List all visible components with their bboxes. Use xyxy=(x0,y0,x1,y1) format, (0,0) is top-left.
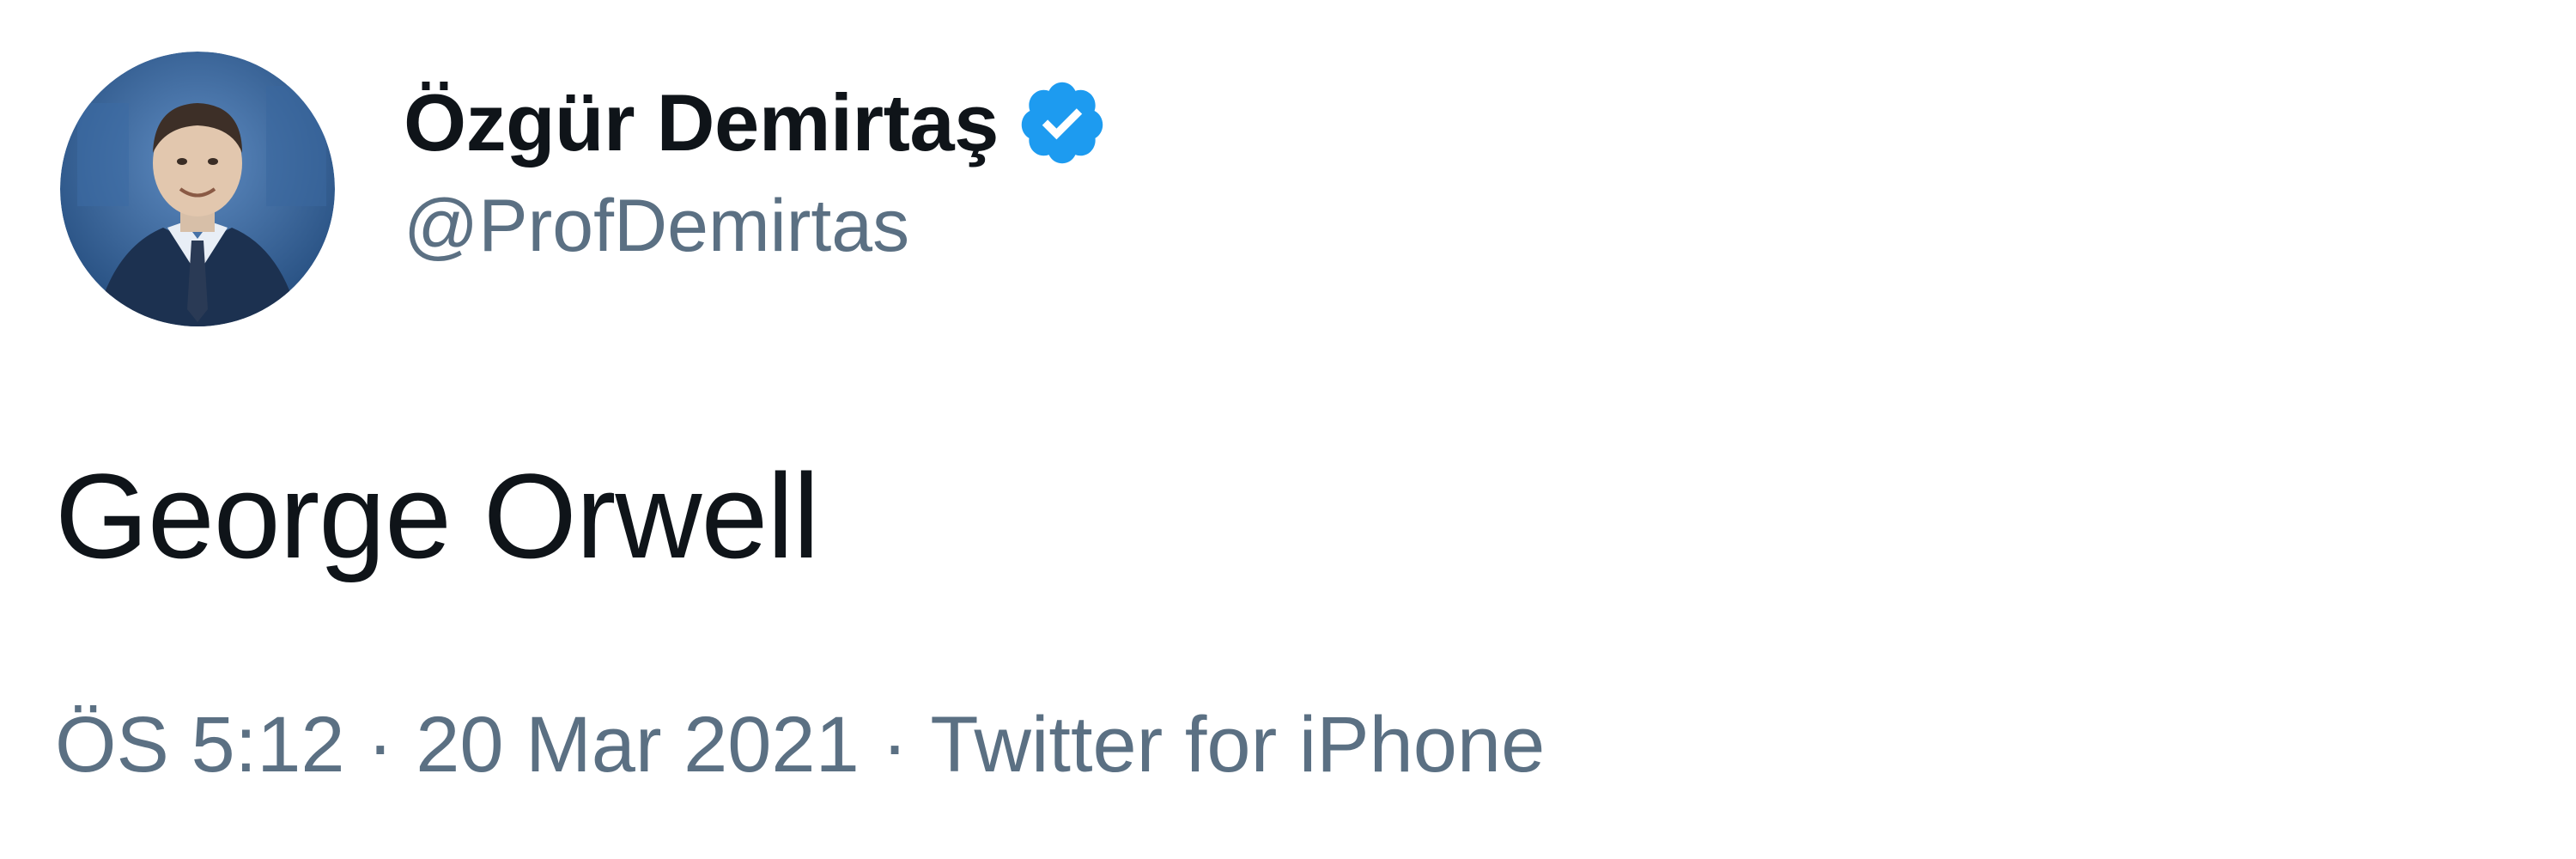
tweet-card: Özgür Demirtaş @ProfDemirtas George Orwe… xyxy=(0,0,2576,859)
tweet-time[interactable]: ÖS 5:12 xyxy=(55,700,345,790)
name-row: Özgür Demirtaş xyxy=(404,67,1109,179)
tweet-source[interactable]: Twitter for iPhone xyxy=(930,700,1545,790)
profile-photo-icon xyxy=(60,52,335,326)
tweet-date[interactable]: 20 Mar 2021 xyxy=(416,700,860,790)
meta-separator: · xyxy=(881,701,908,789)
author-block: Özgür Demirtaş @ProfDemirtas xyxy=(404,67,1109,269)
verified-badge-icon xyxy=(1016,76,1109,169)
tweet-meta: ÖS 5:12 · 20 Mar 2021 · Twitter for iPho… xyxy=(55,700,1545,790)
tweet-text: George Orwell xyxy=(55,448,820,583)
meta-separator: · xyxy=(367,701,394,789)
avatar[interactable] xyxy=(60,52,335,326)
user-handle[interactable]: @ProfDemirtas xyxy=(404,184,1109,269)
display-name[interactable]: Özgür Demirtaş xyxy=(404,76,999,169)
